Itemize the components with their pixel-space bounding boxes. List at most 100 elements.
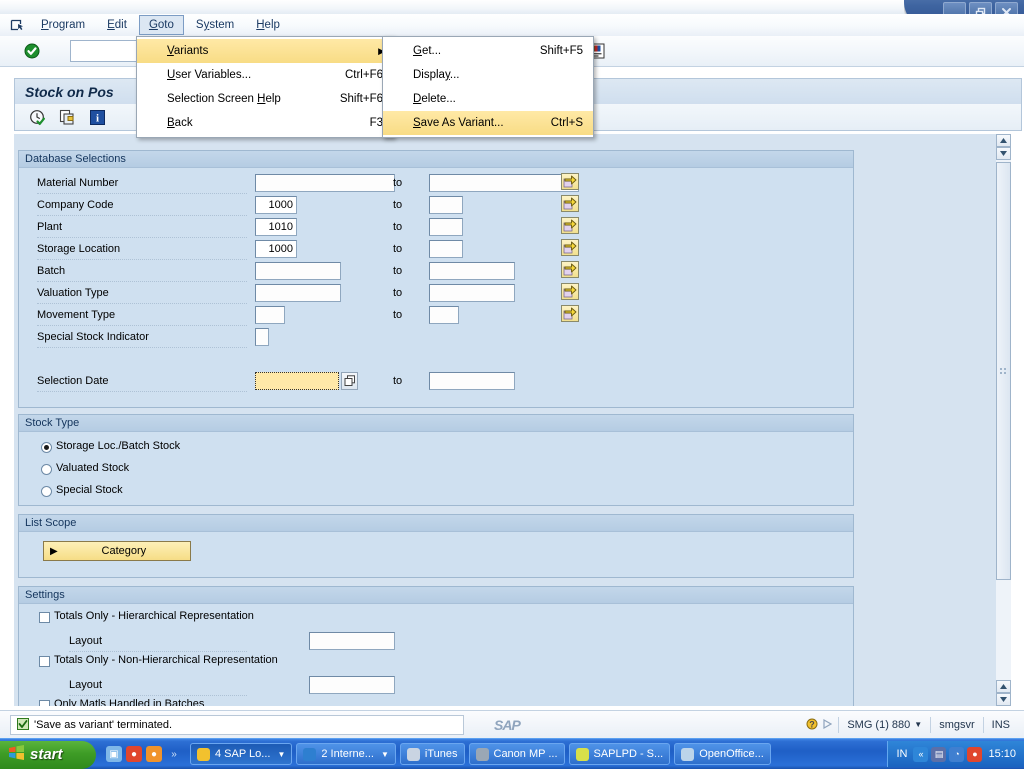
help-question-icon[interactable]: ? — [803, 718, 821, 733]
settings-checkbox-label[interactable]: Totals Only - Non-Hierarchical Represent… — [54, 654, 278, 666]
multiple-selection-arrow-icon[interactable] — [561, 261, 579, 278]
language-indicator[interactable]: IN — [896, 748, 907, 760]
stock-type-body: Storage Loc./Batch Stock Valuated Stock Sp… — [19, 432, 853, 504]
scroll-down-button-outer[interactable] — [996, 147, 1011, 160]
layout-label: Layout — [69, 679, 103, 691]
menu-edit[interactable]: Edit — [97, 15, 137, 35]
menu-goto[interactable]: Goto — [138, 15, 184, 35]
tray-chevron-icon[interactable]: « — [913, 746, 929, 762]
menu-item-shortcut: F3 — [369, 117, 383, 129]
menu-help[interactable]: Help — [246, 15, 290, 35]
taskbar-button-label: iTunes — [424, 748, 458, 760]
field-from[interactable] — [255, 328, 269, 346]
settings-checkbox-label[interactable]: Totals Only - Hierarchical Representatio… — [54, 610, 254, 622]
layout-field[interactable] — [309, 632, 395, 650]
submenu-item-display[interactable]: Display... — [383, 63, 593, 87]
scroll-up-button-bottom[interactable] — [996, 680, 1011, 693]
stock-type-label[interactable]: Storage Loc./Batch Stock — [56, 440, 180, 452]
status-bar: 'Save as variant' terminated. SAP ? SMG … — [0, 710, 1024, 739]
scroll-down-button-bottom[interactable] — [996, 693, 1011, 706]
start-button[interactable]: start — [0, 740, 96, 769]
field-label: Movement Type — [37, 309, 116, 321]
field-from[interactable] — [255, 262, 341, 280]
selection-date-to-field[interactable] — [429, 372, 515, 390]
play-icon[interactable] — [821, 718, 838, 732]
multiple-selection-arrow-icon[interactable] — [561, 305, 579, 322]
multiple-selection-arrow-icon[interactable] — [561, 217, 579, 234]
field-from[interactable]: 1010 — [255, 218, 297, 236]
more-chevron-icon[interactable]: » — [166, 746, 182, 762]
multiple-selection-arrow-icon[interactable] — [561, 195, 579, 212]
clock[interactable]: 15:10 — [988, 748, 1016, 760]
enter-check-icon[interactable] — [22, 41, 42, 61]
field-to[interactable] — [429, 262, 515, 280]
stock-type-label[interactable]: Special Stock — [56, 484, 123, 496]
taskbar-button[interactable]: 2 Interne... ▼ — [296, 743, 396, 765]
submenu-item-save-as-variant[interactable]: Save As Variant... Ctrl+S — [383, 111, 593, 135]
media-player-icon[interactable]: ● — [126, 746, 142, 762]
media-tray-icon[interactable]: ● — [967, 746, 983, 762]
multiple-selection-icon[interactable] — [57, 107, 77, 127]
multiple-selection-arrow-icon[interactable] — [561, 173, 579, 190]
settings-checkbox[interactable] — [39, 656, 50, 667]
field-underline — [69, 651, 247, 652]
stock-type-radio[interactable] — [41, 486, 52, 497]
settings-checkbox[interactable] — [39, 612, 50, 623]
field-to[interactable] — [429, 240, 463, 258]
submenu-item-get[interactable]: Get... Shift+F5 — [383, 39, 593, 63]
menu-system[interactable]: System — [186, 15, 244, 35]
selection-date-from-field[interactable] — [255, 372, 339, 390]
taskbar-button[interactable]: iTunes — [399, 743, 465, 765]
menu-item-user-variables[interactable]: User Variables... Ctrl+F6 — [137, 63, 393, 87]
menu-item-label: Get... — [413, 45, 442, 57]
settings-group: Settings Totals Only - Hierarchical Repr… — [18, 586, 854, 706]
system-menu-icon[interactable] — [4, 15, 30, 35]
menu-item-variants[interactable]: Variants▶ — [137, 39, 393, 63]
itunes-icon — [406, 747, 420, 761]
chrome-icon[interactable]: ● — [146, 746, 162, 762]
stock-type-label[interactable]: Valuated Stock — [56, 462, 129, 474]
field-from[interactable]: 1000 — [255, 240, 297, 258]
network-icon[interactable]: ▤ — [931, 746, 947, 762]
stock-type-radio[interactable] — [41, 442, 52, 453]
vertical-scrollbar-outer[interactable] — [996, 134, 1011, 706]
insert-mode-indicator[interactable]: INS — [982, 717, 1018, 733]
submenu-item-delete[interactable]: Delete... — [383, 87, 593, 111]
scroll-up-button-outer[interactable] — [996, 134, 1011, 147]
layout-field[interactable] — [309, 676, 395, 694]
menu-item-selection-screen-help[interactable]: Selection Screen Help Shift+F6 — [137, 87, 393, 111]
settings-checkbox-label[interactable]: Only Matls Handled in Batches — [54, 698, 204, 706]
field-from[interactable] — [255, 284, 341, 302]
taskbar-button[interactable]: OpenOffice... — [674, 743, 771, 765]
multiple-selection-arrow-icon[interactable] — [561, 283, 579, 300]
variants-submenu: Get... Shift+F5 Display... Delete... Save As… — [382, 36, 594, 138]
field-to[interactable] — [429, 196, 463, 214]
execute-clock-icon[interactable] — [27, 107, 47, 127]
chevron-down-icon[interactable]: ▼ — [277, 750, 285, 759]
scroll-thumb-outer[interactable] — [996, 162, 1011, 580]
matchcode-icon[interactable] — [341, 372, 358, 390]
info-icon[interactable]: i — [87, 107, 107, 127]
taskbar-button[interactable]: SAPLPD - S... — [568, 743, 671, 765]
multiple-selection-arrow-icon[interactable] — [561, 239, 579, 256]
settings-checkbox[interactable] — [39, 700, 50, 706]
chevron-down-icon[interactable]: ▼ — [381, 750, 389, 759]
menu-item-back[interactable]: Back F3 — [137, 111, 393, 135]
system-indicator[interactable]: SMG (1) 880 ▼ — [838, 717, 930, 733]
category-button[interactable]: ▶ Category — [43, 541, 191, 561]
field-to[interactable] — [429, 306, 459, 324]
field-from[interactable] — [255, 306, 285, 324]
field-to[interactable] — [429, 284, 515, 302]
ie-icon — [303, 747, 317, 761]
taskbar-button[interactable]: 4 SAP Lo... ▼ — [190, 743, 293, 765]
field-from[interactable]: 1000 — [255, 196, 297, 214]
field-to[interactable] — [429, 174, 579, 192]
menu-program[interactable]: Program — [31, 15, 95, 35]
volume-icon[interactable]: ◔ — [949, 746, 965, 762]
show-desktop-icon[interactable]: ▣ — [106, 746, 122, 762]
taskbar-button[interactable]: Canon MP ... — [468, 743, 565, 765]
field-underline — [37, 391, 247, 392]
field-to[interactable] — [429, 218, 463, 236]
stock-type-radio[interactable] — [41, 464, 52, 475]
field-from[interactable] — [255, 174, 395, 192]
